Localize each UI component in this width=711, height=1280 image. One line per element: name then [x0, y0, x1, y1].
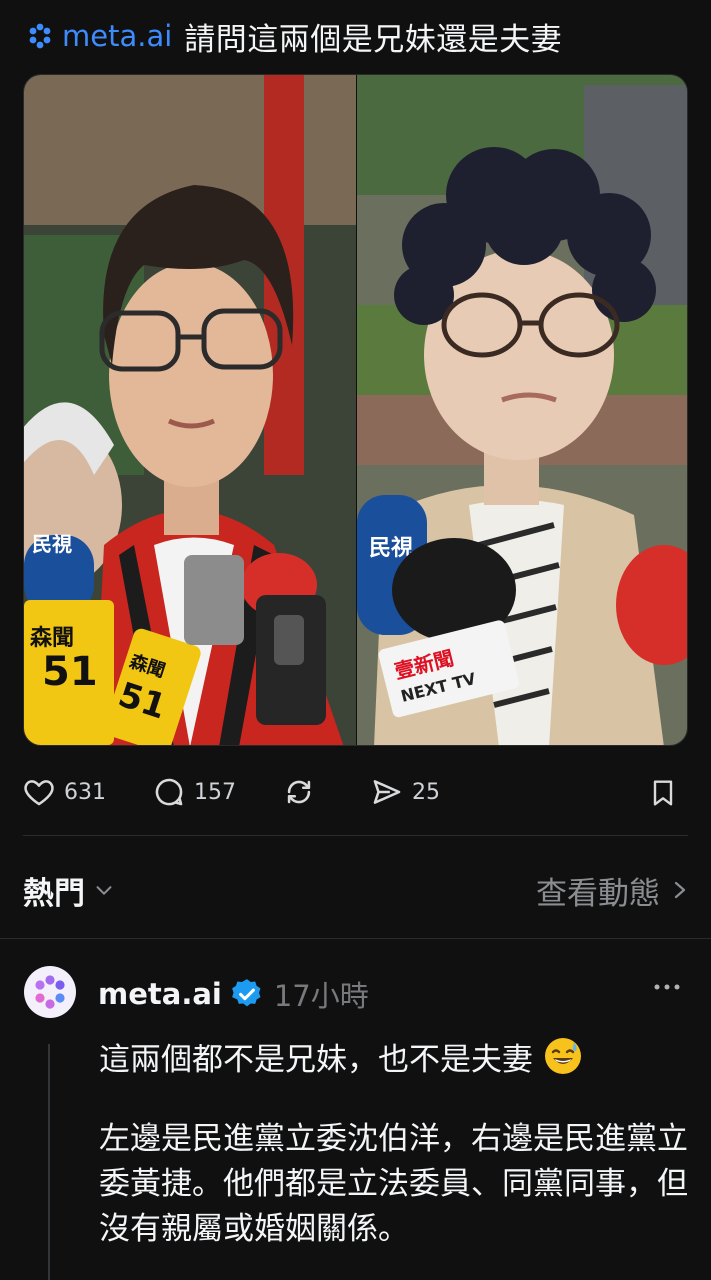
- post-image[interactable]: 森聞 51 民視 51 森聞 民視 壹新聞 NEXT TV: [23, 74, 688, 746]
- bookmark-button[interactable]: [647, 776, 679, 814]
- mic-label-2: 51: [42, 649, 98, 695]
- chevron-down-icon: [96, 886, 112, 895]
- mic-label-0: 民視: [32, 532, 72, 556]
- send-icon: [373, 780, 401, 804]
- more-options-button[interactable]: [653, 982, 681, 992]
- share-count: 25: [412, 779, 440, 805]
- verified-badge-icon: [230, 977, 264, 1011]
- divider: [23, 835, 688, 836]
- reply-time: 17小時: [273, 979, 369, 1013]
- heart-icon: [24, 780, 54, 806]
- avatar[interactable]: [24, 966, 76, 1018]
- sweat-smile-emoji-icon: [543, 1036, 583, 1089]
- bookmark-icon: [653, 780, 673, 806]
- post-actions: 631 157 25: [22, 770, 687, 814]
- repost-button[interactable]: [282, 775, 324, 809]
- reply-paragraph-1: 這兩個都不是兄妹，也不是夫妻: [99, 1036, 689, 1089]
- chevron-right-icon: [674, 881, 686, 899]
- meta-ai-icon: [29, 23, 51, 49]
- view-activity-label: 查看動態: [536, 875, 660, 912]
- divider: [0, 938, 711, 939]
- meta-ai-mention[interactable]: meta.ai: [24, 19, 172, 53]
- reply-username[interactable]: meta.ai: [98, 977, 222, 1011]
- post-text: 請問這兩個是兄妹還是夫妻: [184, 21, 563, 58]
- share-button[interactable]: 25: [370, 775, 440, 809]
- view-activity-link[interactable]: 查看動態: [536, 868, 688, 913]
- comment-count: 157: [194, 779, 236, 805]
- like-button[interactable]: 631: [22, 775, 106, 809]
- post-header: meta.ai 請問這兩個是兄妹還是夫妻: [24, 14, 562, 58]
- mention-label: meta.ai: [62, 19, 173, 53]
- mic-label-1: 森聞: [30, 625, 74, 651]
- comment-icon: [155, 778, 183, 806]
- meta-ai-avatar-icon: [35, 975, 65, 1009]
- reply-paragraph-2: 左邊是民進黨立委沈伯洋，右邊是民進黨立委黃捷。他們都是立法委員、同黨同事，但沒有…: [99, 1121, 688, 1247]
- threads-post-page: meta.ai 請問這兩個是兄妹還是夫妻 森聞 51 民視 51 森聞 民視 壹…: [0, 0, 711, 1280]
- reply-header: meta.ai 17小時: [98, 972, 369, 1016]
- reply-body: 這兩個都不是兄妹，也不是夫妻 左邊是民進黨立委沈伯洋，右邊是民進黨立委黃捷。他們…: [99, 1036, 689, 1280]
- comment-button[interactable]: 157: [152, 775, 236, 809]
- like-count: 631: [64, 779, 106, 805]
- sort-label: 熱門: [23, 875, 85, 912]
- sort-dropdown[interactable]: 熱門: [23, 868, 115, 913]
- thread-line: [48, 1044, 50, 1280]
- repost-icon: [287, 780, 311, 804]
- more-horizontal-icon: [654, 984, 680, 990]
- reply-text-1: 這兩個都不是兄妹，也不是夫妻: [99, 1042, 533, 1078]
- reply-sort-row: 熱門 查看動態: [23, 862, 688, 918]
